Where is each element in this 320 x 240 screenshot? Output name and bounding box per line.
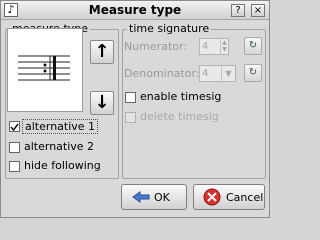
numerator-spinbox[interactable]: 4 ▲ ▼ — [199, 38, 229, 55]
enable-timesig-label[interactable]: enable timesig — [140, 90, 221, 103]
check-mark-icon — [10, 123, 19, 132]
measure-preview-staff — [18, 55, 70, 81]
hide-following-checkbox[interactable] — [9, 161, 20, 172]
arrow-down-icon: ↓ — [94, 92, 110, 113]
titlebar[interactable]: ♪ Measure type ? × — [1, 1, 269, 20]
enable-timesig-checkbox[interactable] — [125, 92, 136, 103]
numerator-label: Numerator: — [124, 40, 188, 53]
delete-timesig-checkbox[interactable] — [125, 112, 136, 123]
move-down-button[interactable]: ↓ — [90, 91, 114, 115]
hide-following-label[interactable]: hide following — [24, 159, 101, 172]
measure-type-dialog: ♪ Measure type ? × measure type ↑ ↓ — [0, 0, 270, 218]
ok-button[interactable]: OK — [121, 184, 187, 210]
refresh-icon: ↻ — [248, 40, 258, 51]
alternative-1-checkbox[interactable] — [9, 121, 20, 132]
alternative-2-label[interactable]: alternative 2 — [24, 140, 94, 153]
denominator-combobox[interactable]: 4 ▼ — [199, 65, 236, 82]
delete-timesig-label[interactable]: delete timesig — [140, 110, 219, 123]
cancel-label: Cancel — [226, 191, 264, 204]
ok-arrow-icon — [132, 191, 150, 203]
time-signature-group-label: time signature — [127, 22, 212, 35]
alternative-2-checkbox[interactable] — [9, 142, 20, 153]
spin-arrows-icon: ▲ ▼ — [220, 39, 228, 54]
help-button[interactable]: ? — [231, 4, 245, 17]
measure-preview — [7, 28, 83, 112]
window-title: Measure type — [88, 3, 182, 17]
move-up-button[interactable]: ↑ — [90, 40, 114, 64]
ok-label: OK — [154, 191, 170, 204]
denominator-value: 4 — [202, 68, 209, 79]
numerator-reset-button[interactable]: ↻ — [244, 37, 262, 55]
refresh-icon: ↻ — [248, 67, 258, 78]
chevron-down-icon: ▼ — [221, 66, 235, 81]
denominator-reset-button[interactable]: ↻ — [244, 64, 262, 82]
cancel-button[interactable]: Cancel — [193, 184, 265, 210]
numerator-value: 4 — [202, 41, 209, 52]
cancel-x-icon — [203, 188, 221, 206]
close-button[interactable]: × — [251, 4, 265, 17]
alternative-1-label[interactable]: alternative 1 — [22, 119, 99, 134]
arrow-up-icon: ↑ — [94, 41, 110, 62]
denominator-label: Denominator: — [124, 67, 200, 80]
